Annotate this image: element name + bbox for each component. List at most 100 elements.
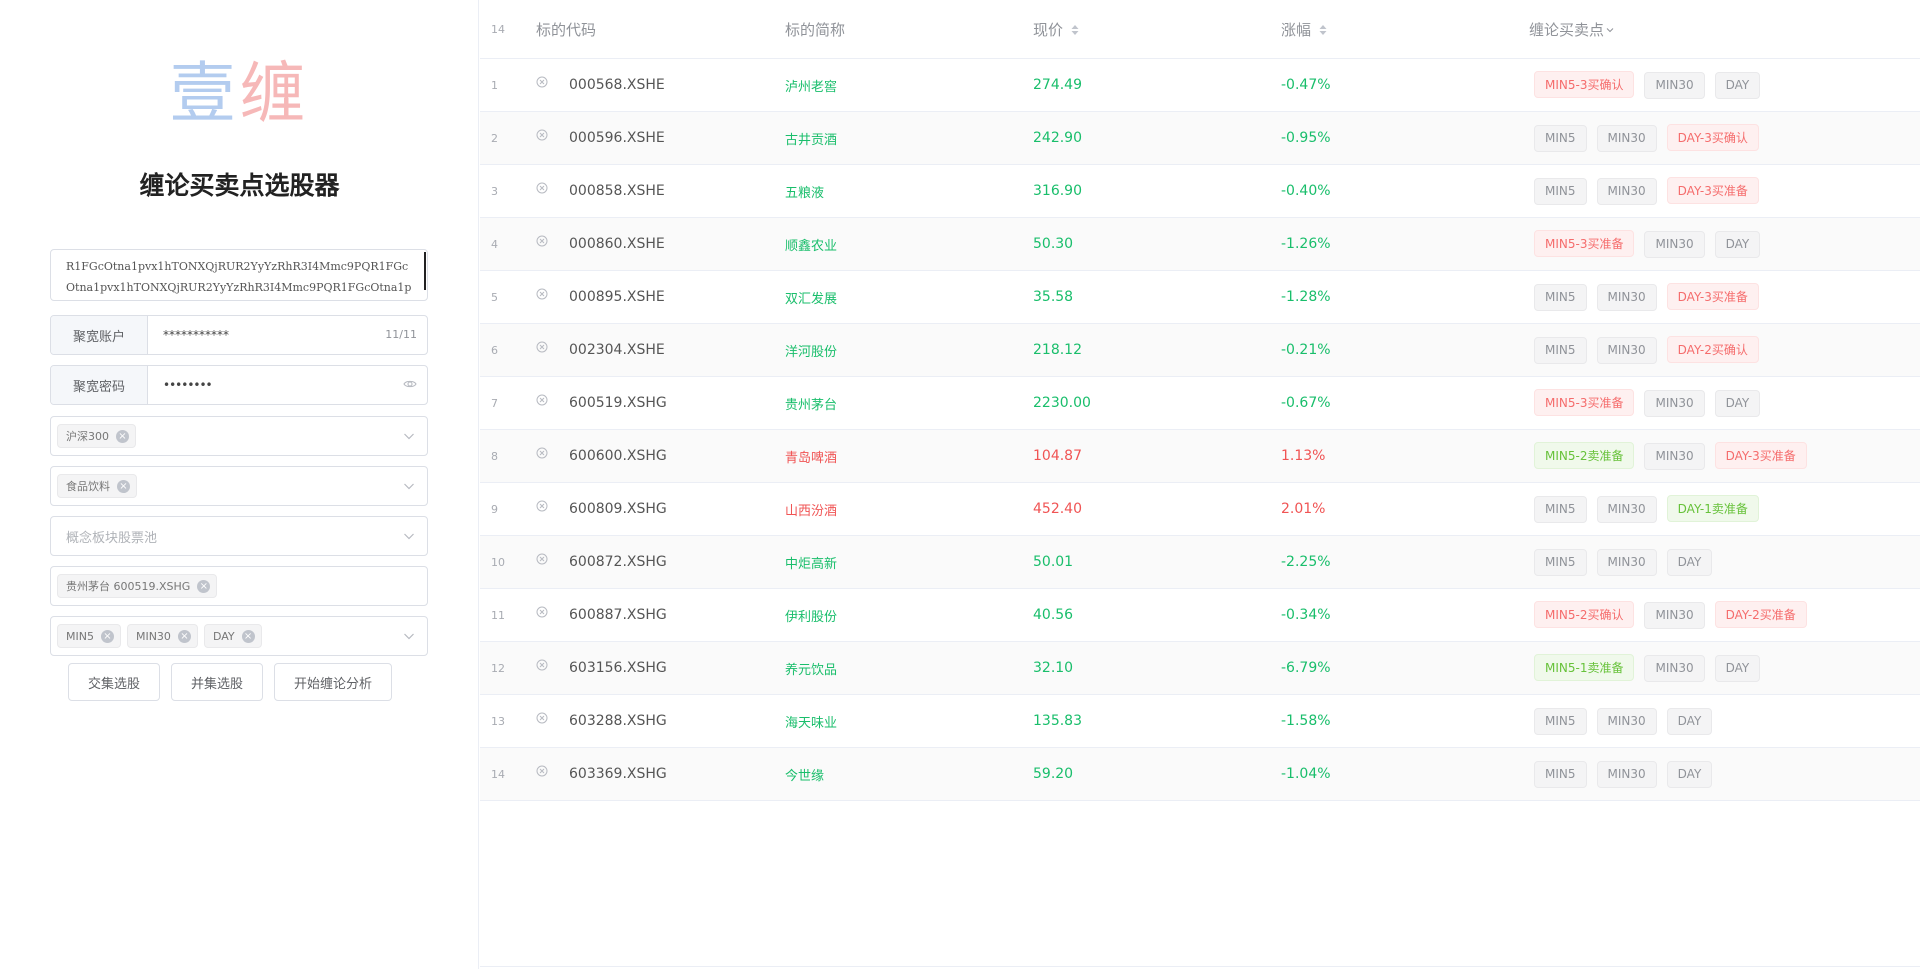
table-row[interactable]: 14 603369.XSHG 今世缘 59.20 -1.04% MIN5 MIN30 DAY [480,747,1920,801]
signal-tag: DAY [1714,389,1761,417]
stock-name: 双汇发展 [785,270,1033,324]
chevron-down-icon[interactable] [403,530,415,542]
target-circle-icon[interactable] [536,447,548,459]
signal-tag: DAY-2买确认 [1666,336,1759,364]
target-circle-icon[interactable] [536,553,548,565]
stock-price: 50.01 [1033,535,1281,589]
stock-select[interactable]: 贵州茅台 600519.XSHG × [50,566,428,606]
close-circle-icon[interactable]: × [100,629,114,643]
password-input[interactable]: •••••••• [148,366,427,404]
stock-change: -2.25% [1281,535,1529,589]
target-circle-icon[interactable] [536,129,548,141]
target-circle-icon[interactable] [536,394,548,406]
table-row[interactable]: 5 000895.XSHE 双汇发展 35.58 -1.28% MIN5 MIN30 DAY-… [480,270,1920,324]
target-circle-icon[interactable] [536,288,548,300]
eye-icon[interactable] [403,377,417,391]
row-index: 12 [480,641,536,695]
price-column-header[interactable]: 现价 [1033,0,1281,59]
target-circle-icon[interactable] [536,712,548,724]
sort-caret-icon[interactable] [1319,24,1327,36]
chevron-down-icon[interactable] [1606,26,1614,34]
action-buttons: 交集选股 并集选股 开始缠论分析 [68,663,393,701]
stock-price: 104.87 [1033,429,1281,483]
code-cell: 000596.XSHE [536,111,785,165]
signal-tag: DAY [1666,760,1713,788]
table-row[interactable]: 3 000858.XSHE 五粮液 316.90 -0.40% MIN5 MIN30 DAY-… [480,164,1920,218]
code-cell: 600519.XSHG [536,376,785,430]
password-label: 聚宽密码 [51,366,148,404]
table-row[interactable]: 6 002304.XSHE 洋河股份 218.12 -0.21% MIN5 MIN30 DAY… [480,323,1920,377]
target-circle-icon[interactable] [536,659,548,671]
union-button[interactable]: 并集选股 [171,663,264,701]
table-row[interactable]: 10 600872.XSHG 中炬高新 50.01 -2.25% MIN5 MIN30 DAY [480,535,1920,589]
target-circle-icon[interactable] [536,606,548,618]
signals-cell: MIN5-1卖准备 MIN30 DAY [1529,641,1920,695]
chevron-down-icon[interactable] [403,480,415,492]
signal-tag: MIN30 [1596,124,1657,152]
table-row[interactable]: 7 600519.XSHG 贵州茅台 2230.00 -0.67% MIN5-3买准备 MI… [480,376,1920,430]
tag-index: 沪深300 × [57,424,136,448]
stock-change: -0.40% [1281,164,1529,218]
table-header-row: 14 标的代码 标的简称 现价 涨幅 缠论买卖点 [480,0,1920,59]
signals-column-header[interactable]: 缠论买卖点 [1529,0,1920,59]
tag-period-label: MIN30 [135,629,171,643]
stock-price: 452.40 [1033,482,1281,536]
industry-select[interactable]: 食品饮料 × [50,466,428,506]
sort-caret-icon[interactable] [1071,24,1079,36]
row-index: 1 [480,58,536,112]
table-row[interactable]: 9 600809.XSHG 山西汾酒 452.40 2.01% MIN5 MIN30 DAY-… [480,482,1920,536]
table-row[interactable]: 2 000596.XSHE 古井贡酒 242.90 -0.95% MIN5 MIN30 DAY… [480,111,1920,165]
stock-name: 顺鑫农业 [785,217,1033,271]
close-circle-icon[interactable]: × [177,629,191,643]
table-row[interactable]: 13 603288.XSHG 海天味业 135.83 -1.58% MIN5 MIN30 DA… [480,694,1920,748]
token-textarea[interactable]: R1FGcOtna1pvx1hTONXQjRUR2YyYzRhR3I4Mmc9P… [50,249,428,301]
row-index: 7 [480,376,536,430]
table-row[interactable]: 11 600887.XSHG 伊利股份 40.56 -0.34% MIN5-2买确认 MIN… [480,588,1920,642]
signal-tag: MIN5-3买确认 [1534,71,1635,99]
target-circle-icon[interactable] [536,341,548,353]
signal-tag: DAY [1666,707,1713,735]
table-row[interactable]: 4 000860.XSHE 顺鑫农业 50.30 -1.26% MIN5-3买准备 MIN3… [480,217,1920,271]
signals-cell: MIN5-3买准备 MIN30 DAY [1529,217,1920,271]
chevron-down-icon[interactable] [403,630,415,642]
table-row[interactable]: 1 000568.XSHE 泸州老窖 274.49 -0.47% MIN5-3买确认 MIN… [480,58,1920,112]
stock-change: 2.01% [1281,482,1529,536]
concept-select[interactable]: 概念板块股票池 [50,516,428,556]
signal-tag: MIN30 [1644,230,1705,258]
row-index: 2 [480,111,536,165]
signal-tag: MIN30 [1644,654,1705,682]
close-circle-icon[interactable]: × [241,629,255,643]
tag-industry-label: 食品饮料 [66,480,110,493]
signal-tag: MIN5-2买确认 [1534,601,1635,629]
signals-cell: MIN5-2买确认 MIN30 DAY-2买准备 [1529,588,1920,642]
account-input[interactable]: *********** 11/11 [148,316,427,354]
target-circle-icon[interactable] [536,765,548,777]
close-circle-icon[interactable]: × [117,479,130,493]
target-circle-icon[interactable] [536,182,548,194]
analyze-button[interactable]: 开始缠论分析 [274,663,393,701]
table-row[interactable]: 8 600600.XSHG 青岛啤酒 104.87 1.13% MIN5-2卖准备 MIN3… [480,429,1920,483]
close-circle-icon[interactable]: × [197,579,211,593]
stock-name: 伊利股份 [785,588,1033,642]
signal-tag: MIN5 [1534,336,1587,364]
target-circle-icon[interactable] [536,235,548,247]
row-index: 9 [480,482,536,536]
intersect-button[interactable]: 交集选股 [68,663,161,701]
row-index: 4 [480,217,536,271]
tag-index-label: 沪深300 [66,430,109,443]
stock-change: -0.47% [1281,58,1529,112]
close-circle-icon[interactable]: × [116,429,129,443]
chevron-down-icon[interactable] [403,430,415,442]
target-circle-icon[interactable] [536,500,548,512]
period-select[interactable]: MIN5 × MIN30 × DAY × [50,616,428,656]
price-header-label: 现价 [1033,20,1064,39]
change-column-header[interactable]: 涨幅 [1281,0,1529,59]
target-circle-icon[interactable] [536,76,548,88]
table-row[interactable]: 12 603156.XSHG 养元饮品 32.10 -6.79% MIN5-1卖准备 MIN… [480,641,1920,695]
stock-code: 603156.XSHG [569,660,667,676]
code-cell: 600872.XSHG [536,535,785,589]
index-select[interactable]: 沪深300 × [50,416,428,456]
stock-code: 000895.XSHE [569,289,665,305]
stock-code: 000858.XSHE [569,183,665,199]
signal-tag: MIN30 [1596,336,1657,364]
